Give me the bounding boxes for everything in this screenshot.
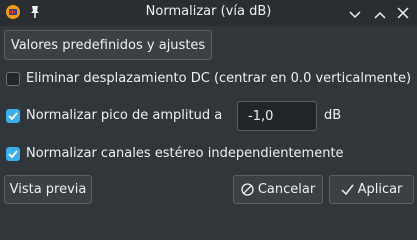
normalize-peak-option[interactable]: Normalizar pico de amplitud a (6, 108, 222, 123)
maximize-button[interactable] (370, 3, 390, 23)
stereo-independent-label: Normalizar canales estéreo independiente… (26, 146, 344, 161)
stereo-independent-option[interactable]: Normalizar canales estéreo independiente… (6, 146, 344, 161)
normalize-peak-checkbox[interactable] (6, 108, 20, 123)
chevron-up-icon (374, 4, 386, 23)
presets-and-settings-button[interactable]: Valores predefinidos y ajustes (4, 30, 212, 60)
dc-offset-checkbox[interactable] (6, 71, 20, 86)
checkmark-icon (341, 184, 354, 195)
db-unit-label: dB (324, 108, 342, 123)
chevron-down-icon (349, 4, 361, 23)
normalize-peak-label: Normalizar pico de amplitud a (26, 108, 223, 123)
dc-offset-label: Eliminar desplazamiento DC (centrar en 0… (26, 71, 412, 86)
dc-offset-option[interactable]: Eliminar desplazamiento DC (centrar en 0… (6, 71, 411, 86)
peak-amplitude-input[interactable]: -1,0 (237, 101, 317, 131)
cancel-button[interactable]: Cancelar (233, 175, 323, 204)
preview-button[interactable]: Vista previa (4, 175, 92, 204)
apply-button-label: Aplicar (357, 182, 403, 197)
apply-button[interactable]: Aplicar (329, 175, 414, 204)
cancel-icon (241, 183, 254, 196)
stereo-independent-checkbox[interactable] (6, 146, 20, 161)
cancel-button-label: Cancelar (257, 182, 316, 197)
checkmark-icon (8, 149, 18, 158)
preview-button-label: Vista previa (9, 182, 87, 197)
minimize-button[interactable] (345, 3, 365, 23)
close-icon (397, 4, 409, 23)
close-button[interactable] (393, 3, 413, 23)
presets-button-label: Valores predefinidos y ajustes (10, 37, 206, 53)
checkmark-icon (8, 111, 18, 120)
title-bar: Normalizar (vía dB) (0, 0, 417, 26)
